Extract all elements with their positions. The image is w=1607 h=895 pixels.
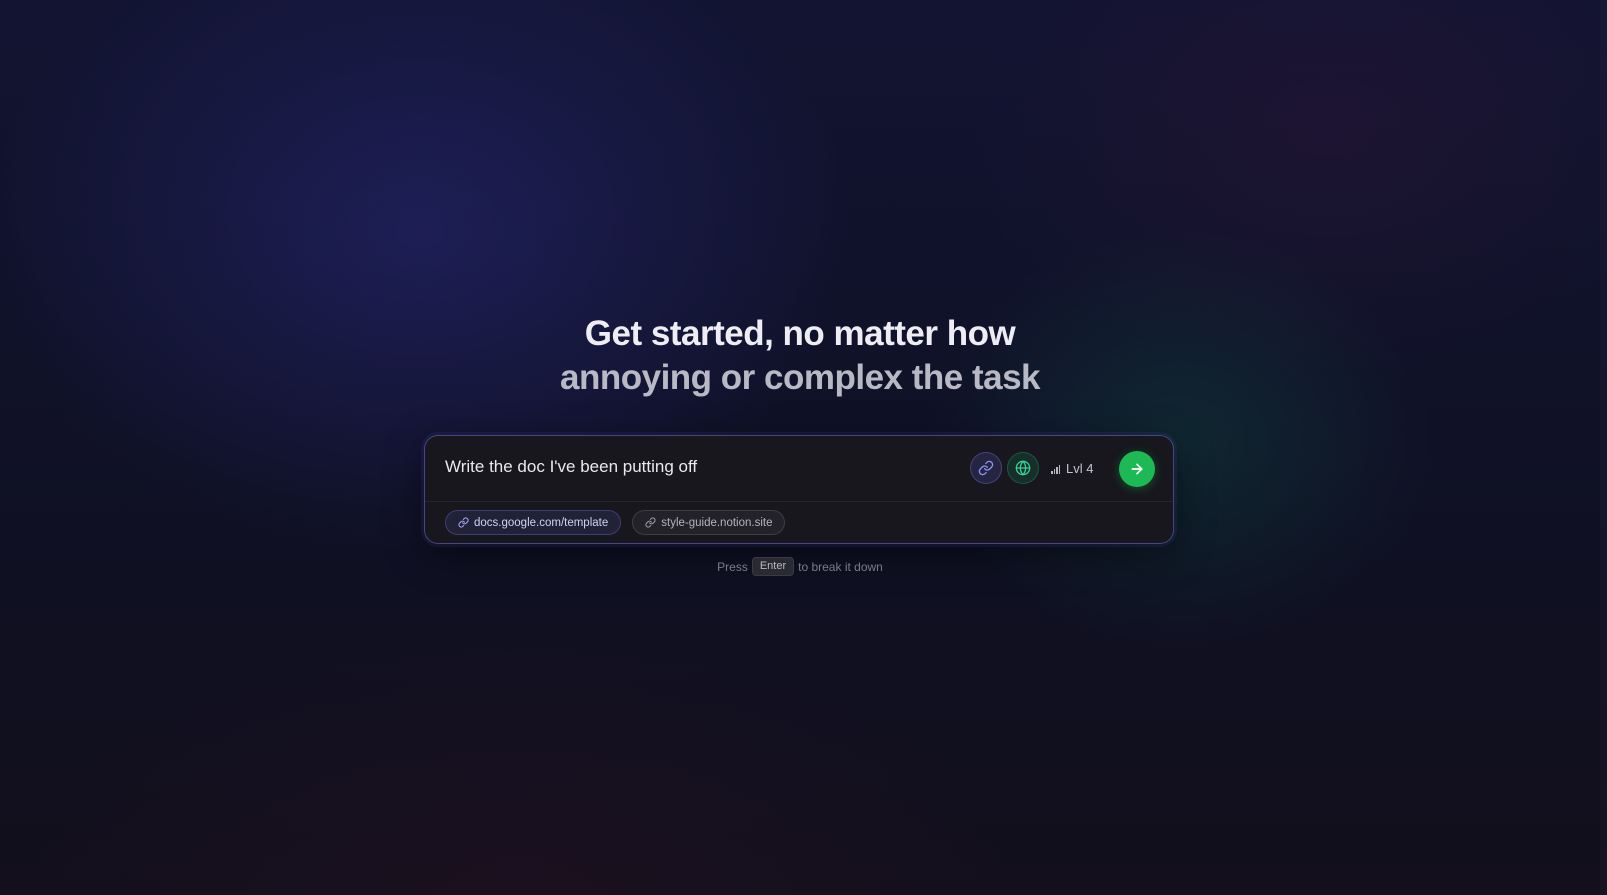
link-chip-template[interactable]: docs.google.com/template xyxy=(445,510,622,535)
web-search-button[interactable] xyxy=(1007,452,1039,484)
link-icon xyxy=(645,517,656,528)
composer-input-row: Write the doc I've been putting off Lvl … xyxy=(425,436,1173,502)
link-chip-style-guide[interactable]: style-guide.notion.site xyxy=(632,510,786,535)
signal-bars-icon xyxy=(1051,464,1060,474)
hint-prefix: Press xyxy=(717,559,748,574)
enter-key-badge: Enter xyxy=(751,557,795,576)
hero-heading: Get started, no matter how annoying or c… xyxy=(0,312,1600,400)
attached-links: docs.google.com/template style-guide.not… xyxy=(445,510,786,535)
level-label: Lvl 4 xyxy=(1066,460,1094,476)
task-composer: Write the doc I've been putting off Lvl … xyxy=(424,435,1174,544)
link-chip-label: style-guide.notion.site xyxy=(661,516,773,529)
hint-suffix: to break it down xyxy=(798,559,883,574)
arrow-right-icon xyxy=(1131,463,1143,475)
attach-link-button[interactable] xyxy=(970,452,1002,484)
scrollbar-track[interactable] xyxy=(1600,0,1607,895)
globe-icon xyxy=(1015,460,1031,476)
task-input[interactable]: Write the doc I've been putting off xyxy=(445,456,697,478)
link-icon xyxy=(978,460,994,476)
hero-line-secondary: annoying or complex the task xyxy=(560,358,1041,397)
link-chip-label: docs.google.com/template xyxy=(474,516,609,529)
level-selector[interactable]: Lvl 4 xyxy=(1051,456,1093,480)
keyboard-hint: Press Enter to break it down xyxy=(0,557,1600,576)
hero-line-primary: Get started, no matter how xyxy=(584,314,1016,353)
submit-button[interactable] xyxy=(1119,451,1155,487)
link-icon xyxy=(458,517,469,528)
